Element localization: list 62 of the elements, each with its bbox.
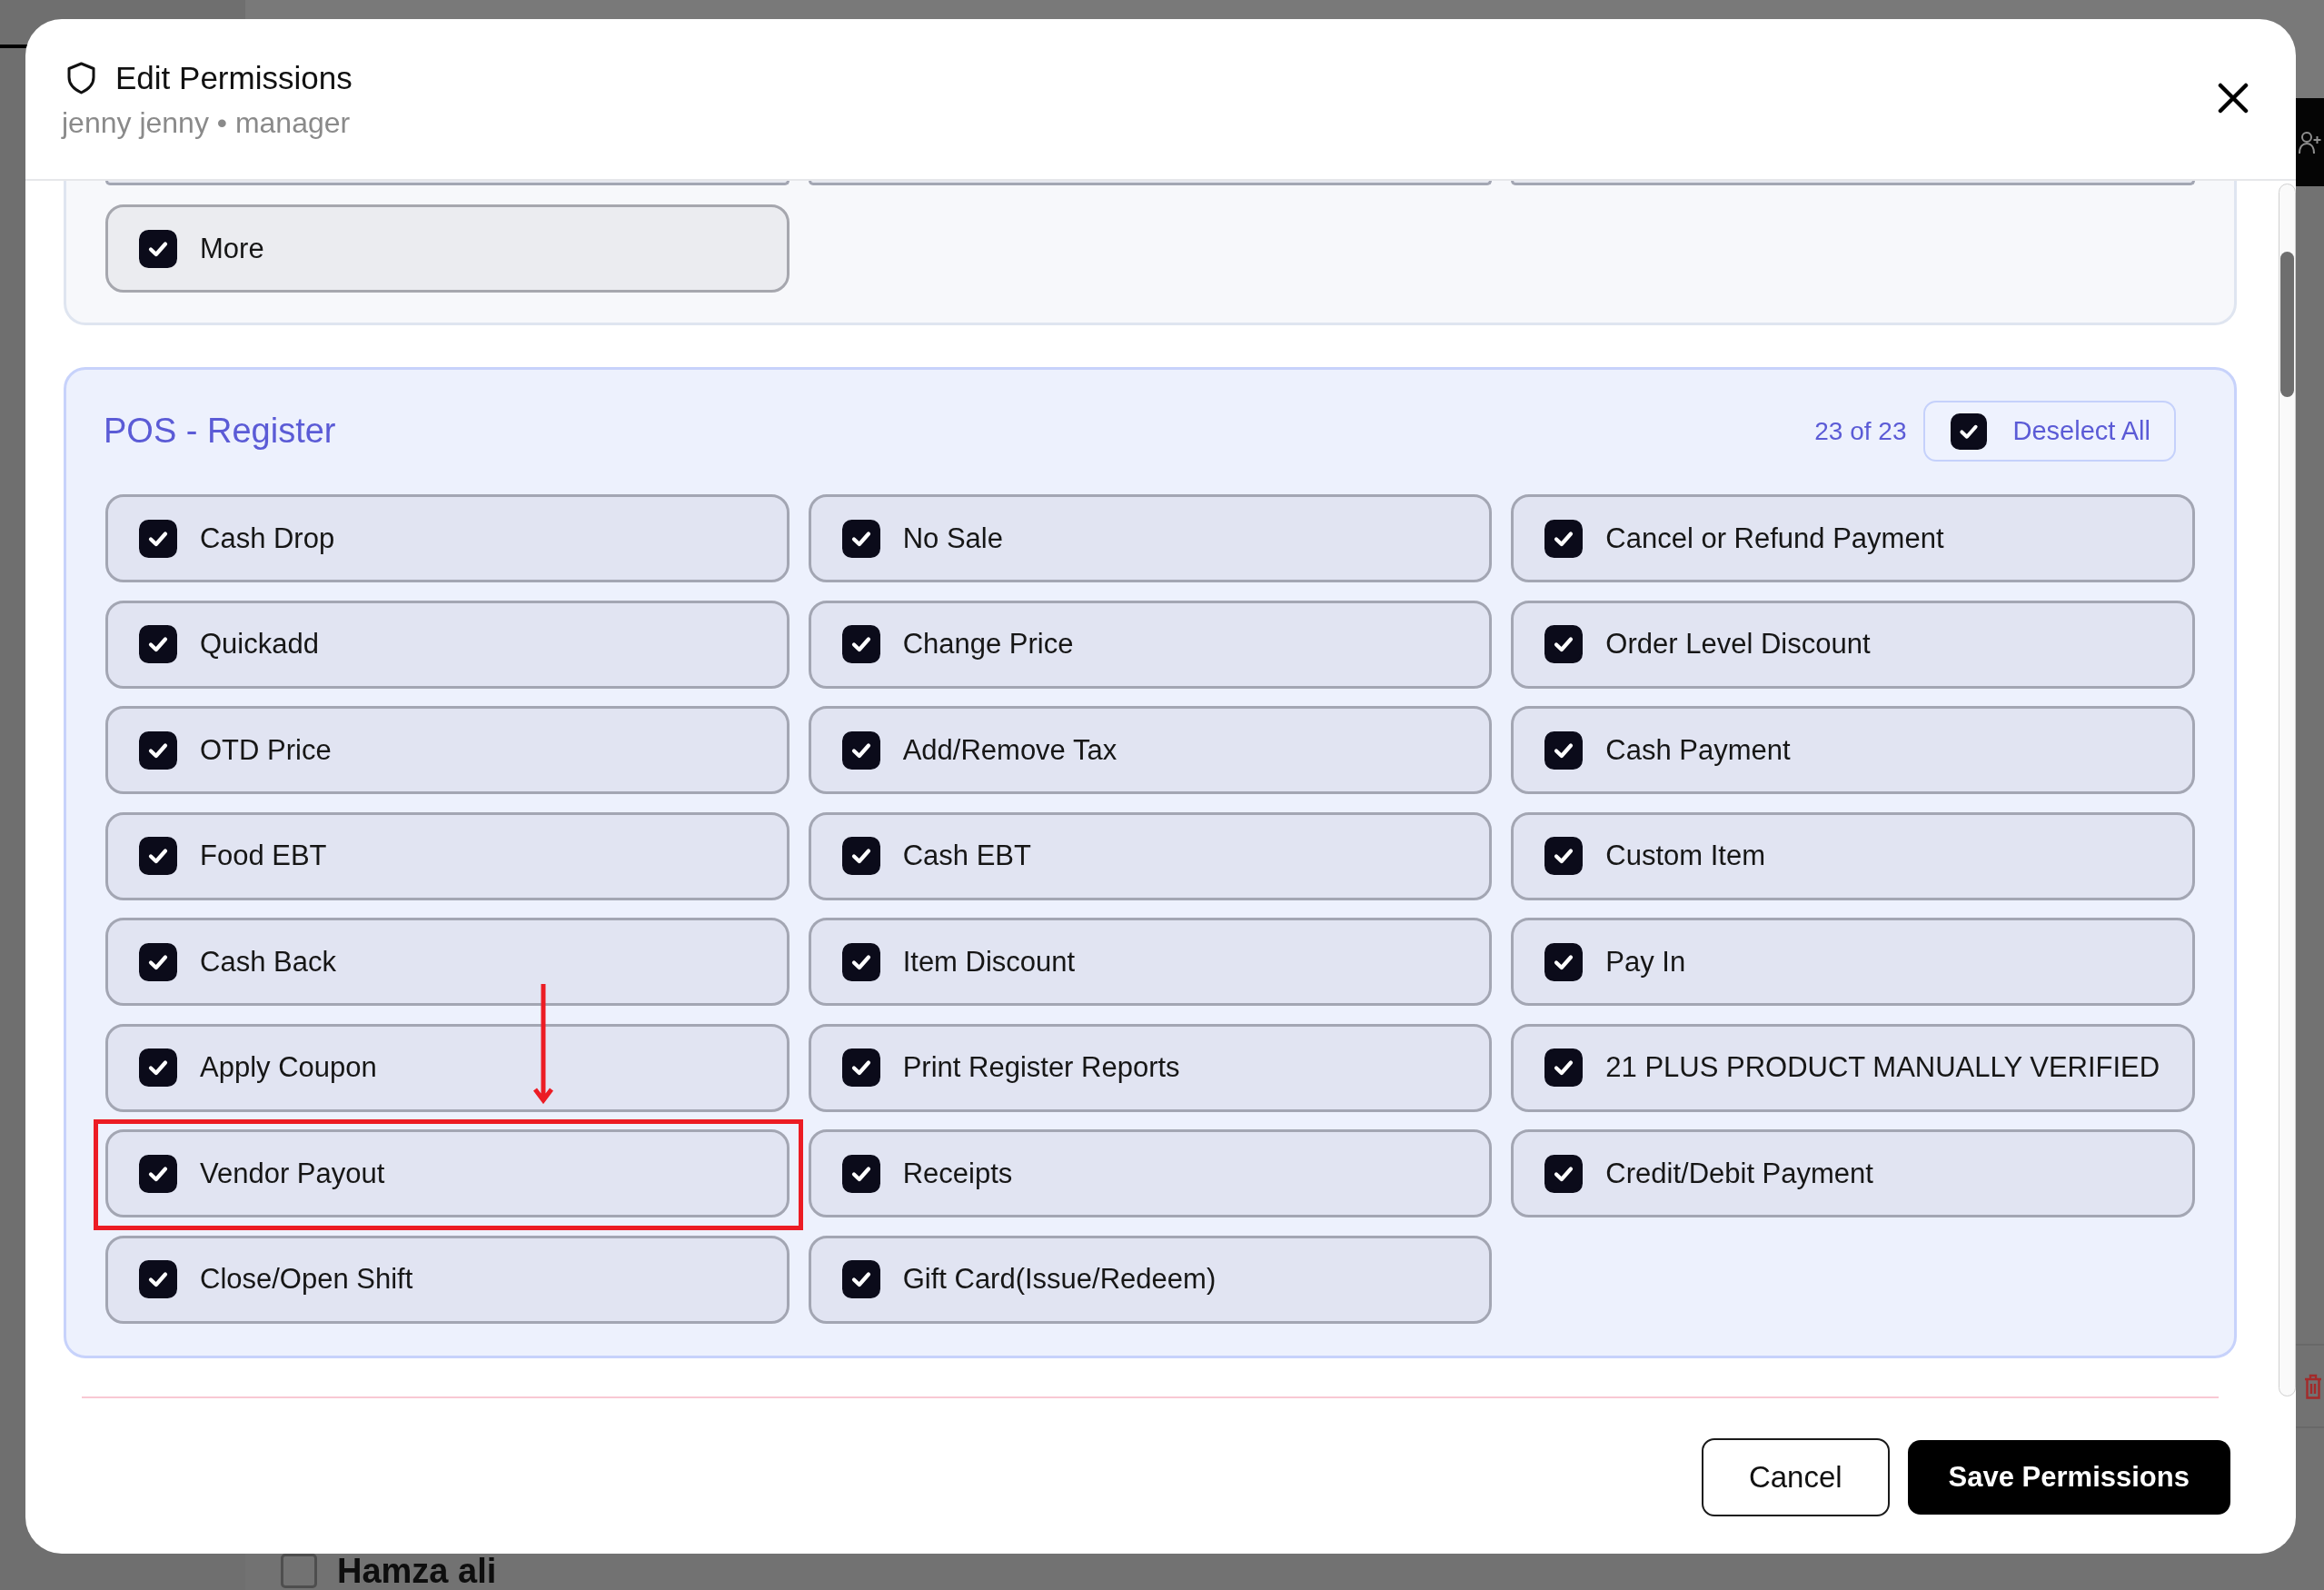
save-button[interactable]: Save Permissions [1907,1439,2230,1515]
checkbox[interactable] [139,1154,177,1193]
permission-toggle[interactable]: Cash Back [105,918,790,1006]
permission-toggle[interactable]: Quickadd [105,600,790,689]
permission-toggle[interactable]: Cash Drop [105,494,790,582]
permission-toggle[interactable]: Apply Coupon [105,1023,790,1112]
checkbox[interactable] [841,519,880,558]
scrollbar-thumb[interactable] [2280,252,2294,397]
checkbox[interactable] [841,942,880,981]
modal-title: Edit Permissions [115,59,353,97]
cancel-button[interactable]: Cancel [1701,1437,1890,1516]
checkbox[interactable] [139,837,177,875]
permission-toggle[interactable]: Cash EBT [808,811,1493,900]
checkbox[interactable] [1544,730,1584,770]
checkbox[interactable] [139,229,177,268]
permission-toggle[interactable]: Cancel or Refund Payment [1511,494,2195,582]
permission-toggle[interactable]: Add/Remove Tax [808,706,1493,794]
checkbox[interactable] [841,730,880,770]
permission-toggle[interactable]: Print Register Reports [808,1023,1493,1112]
permission-toggle[interactable]: Cash Payment [1511,706,2195,794]
permission-toggle[interactable]: Order Level Discount [1511,600,2195,689]
permission-toggle[interactable]: Credit/Debit Payment [1511,1129,2195,1217]
permission-toggle[interactable]: Item Discount [808,918,1493,1006]
checkbox[interactable] [139,730,177,770]
permission-toggle[interactable]: Food EBT [105,811,790,900]
checkbox[interactable] [841,1048,880,1087]
selection-count: 23 of 23 [1814,416,1907,446]
list-item-name: Hamza ali [337,1554,497,1588]
checkbox[interactable] [139,942,177,981]
shield-icon [66,61,96,94]
close-icon [2218,83,2249,114]
section-title: POS - Register [104,412,336,451]
checkbox[interactable] [1544,837,1584,875]
permission-toggle[interactable]: Gift Card(Issue/Redeem) [808,1235,1493,1324]
checkbox[interactable] [841,1260,880,1298]
checkbox[interactable] [1544,519,1584,558]
permission-toggle[interactable]: Receipts [808,1129,1493,1217]
checkbox[interactable] [139,625,177,663]
permission-toggle[interactable]: No Sale [808,494,1493,582]
permission-toggle[interactable]: Vendor Payout [105,1129,790,1217]
permission-toggle[interactable]: Change Price [808,600,1493,689]
checkbox[interactable] [1544,942,1584,981]
close-button[interactable] [2218,83,2249,114]
toolbar-button[interactable] [2296,98,2324,186]
checkbox[interactable] [841,1154,880,1193]
checkbox[interactable] [1544,1048,1584,1087]
checkbox[interactable] [139,519,177,558]
deselect-all-button[interactable]: Deselect All [1923,401,2176,462]
permission-toggle[interactable]: Custom Item [1511,811,2195,900]
checkbox[interactable] [841,837,880,875]
permission-toggle[interactable]: More [105,204,790,293]
permission-toggle[interactable]: OTD Price [105,706,790,794]
user-plus-icon [2299,130,2321,154]
permission-toggle[interactable]: 21 PLUS PRODUCT MANUALLY VERIFIED [1511,1023,2195,1112]
modal-subtitle: jenny jenny • manager [62,105,352,141]
checkbox[interactable] [841,625,880,663]
permission-toggle[interactable]: Pay In [1511,918,2195,1006]
checkbox[interactable] [139,1048,177,1087]
permission-toggle[interactable]: Close/Open Shift [105,1235,790,1324]
checkbox[interactable] [1544,1154,1584,1193]
checkbox[interactable] [139,1260,177,1298]
checkbox[interactable] [1544,625,1584,663]
